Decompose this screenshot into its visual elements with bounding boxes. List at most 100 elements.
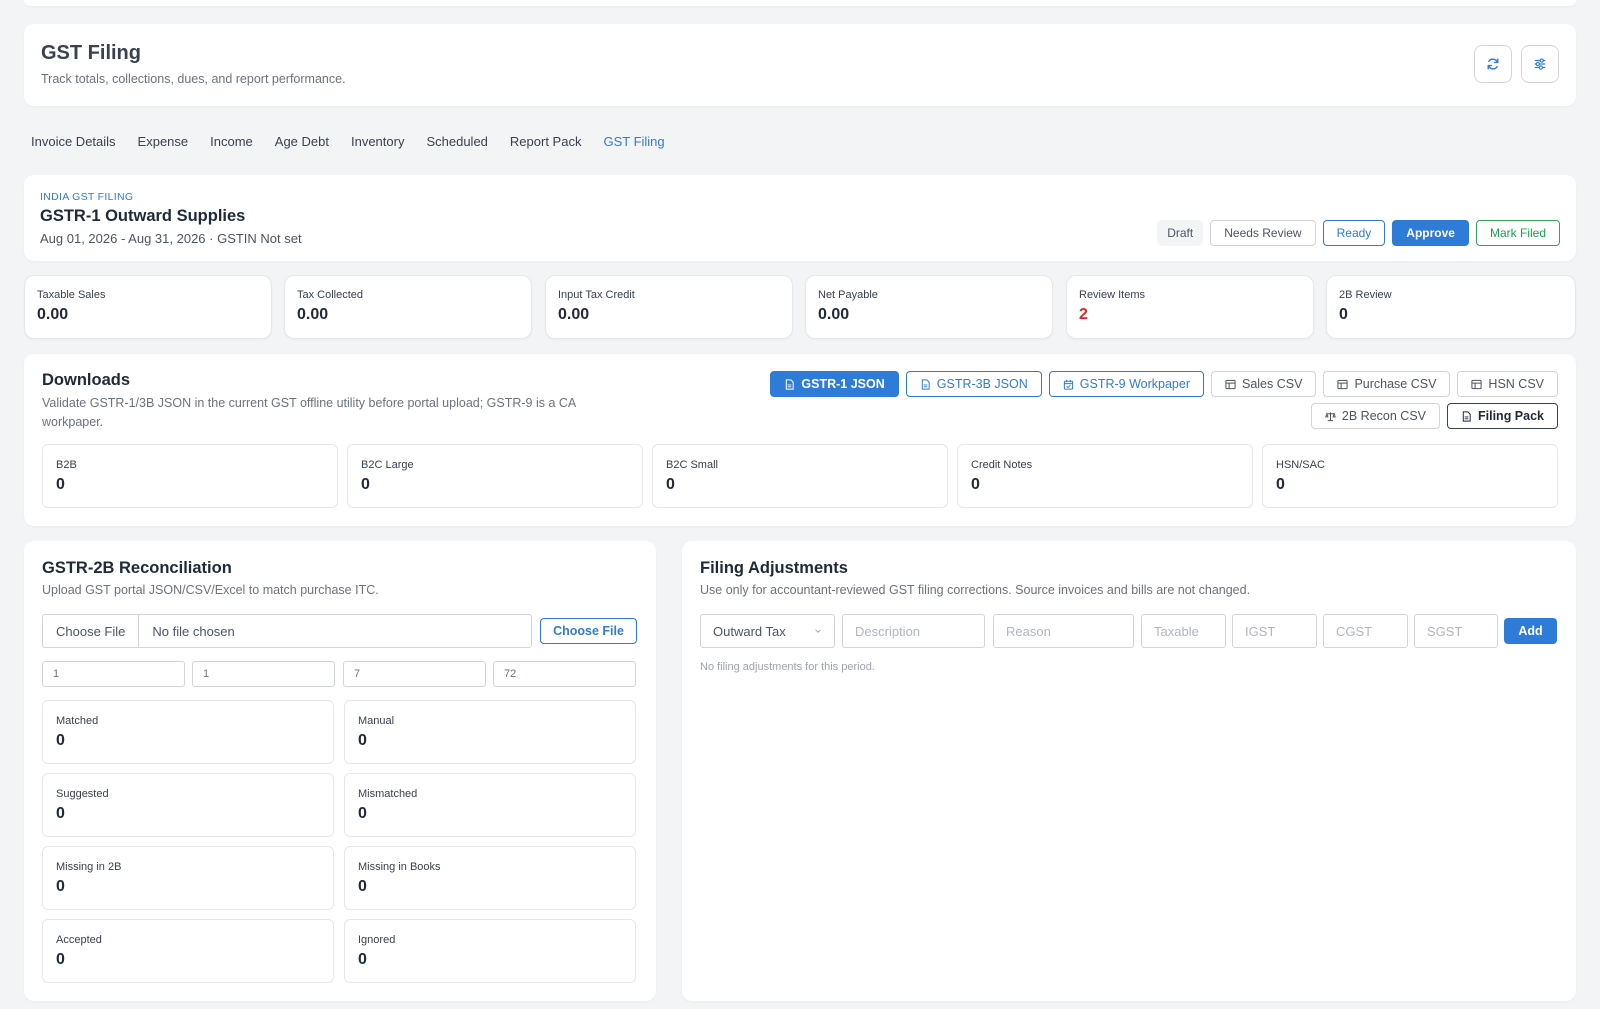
summary-value: 0 — [971, 476, 980, 493]
tab-inventory[interactable]: Inventory — [351, 134, 404, 149]
button-label: Filing Pack — [1478, 409, 1544, 423]
ready-button[interactable]: Ready — [1322, 220, 1386, 246]
igst-input[interactable]: IGST — [1232, 614, 1317, 648]
mark-filed-button[interactable]: Mark Filed — [1475, 220, 1560, 246]
stat-label: Review Items — [1079, 289, 1146, 301]
purchase-csv-button[interactable]: Purchase CSV — [1323, 371, 1451, 397]
file-icon — [786, 378, 795, 390]
stat-label: 2B Review — [1339, 289, 1392, 301]
table-icon — [1337, 379, 1349, 389]
recon-label: Mismatched — [358, 788, 418, 800]
hsn-csv-button[interactable]: HSN CSV — [1457, 371, 1558, 397]
top-strip — [24, 0, 1576, 6]
gstr1-title: GSTR-1 Outward Supplies — [40, 207, 246, 225]
stat-value: 0.00 — [558, 306, 590, 323]
tab-income[interactable]: Income — [210, 134, 253, 149]
stat-label: Tax Collected — [297, 289, 364, 301]
button-label: Purchase CSV — [1354, 377, 1437, 391]
sales-csv-button[interactable]: Sales CSV — [1210, 371, 1317, 397]
button-label: GSTR-9 Workpaper — [1079, 377, 1190, 391]
stat-value: 0.00 — [37, 306, 69, 323]
recon-value: 0 — [56, 878, 65, 895]
refresh-button[interactable] — [1474, 45, 1512, 83]
adjustment-type-select[interactable]: Outward Tax — [700, 614, 835, 648]
scale-icon — [1325, 411, 1336, 421]
select-value: Outward Tax — [713, 623, 786, 639]
file-status: No file chosen — [152, 623, 235, 639]
recon-missing-in-books: Missing in Books 0 — [344, 846, 636, 910]
status-draft-badge: Draft — [1157, 220, 1204, 246]
needs-review-button[interactable]: Needs Review — [1210, 220, 1316, 246]
tab-invoice-details[interactable]: Invoice Details — [31, 134, 116, 149]
recon-value: 0 — [358, 951, 367, 968]
refresh-icon — [1487, 58, 1499, 70]
recon-value: 0 — [56, 805, 65, 822]
gstr3b-json-button[interactable]: GSTR-3B JSON — [905, 371, 1042, 397]
button-label: GSTR-3B JSON — [936, 377, 1028, 391]
downloads-card: Downloads Validate GSTR-1/3B JSON in the… — [24, 354, 1576, 526]
button-label: HSN CSV — [1488, 377, 1544, 391]
recon-input-1[interactable]: 1 — [42, 661, 185, 687]
recon-value: 0 — [358, 878, 367, 895]
gstr9-workpaper-button[interactable]: GSTR-9 Workpaper — [1048, 371, 1204, 397]
taxable-input[interactable]: Taxable — [1141, 614, 1226, 648]
filing-pack-button[interactable]: Filing Pack — [1447, 403, 1558, 429]
sgst-input[interactable]: SGST — [1414, 614, 1498, 648]
page-title: GST Filing — [41, 42, 141, 64]
status-actions: Draft Needs Review Ready Approve Mark Fi… — [1157, 220, 1560, 246]
summary-hsn-sac: HSN/SAC 0 — [1262, 444, 1558, 508]
native-choose-file[interactable]: Choose File — [43, 615, 140, 647]
recon-label: Missing in 2B — [56, 861, 122, 873]
gstr1-period: Aug 01, 2026 - Aug 31, 2026 · GSTIN Not … — [40, 231, 302, 246]
recon-matched: Matched 0 — [42, 700, 334, 764]
summary-b2b: B2B 0 — [42, 444, 338, 508]
page-subtitle: Track totals, collections, dues, and rep… — [41, 72, 346, 86]
choose-file-button[interactable]: Choose File — [540, 618, 637, 644]
tab-scheduled[interactable]: Scheduled — [426, 134, 487, 149]
tab-gst-filing[interactable]: GST Filing — [603, 134, 664, 149]
stat-value: 0.00 — [297, 306, 329, 323]
stat-label: Net Payable — [818, 289, 878, 301]
downloads-description: Validate GSTR-1/3B JSON in the current G… — [42, 396, 576, 429]
downloads-title: Downloads — [42, 371, 131, 389]
recon-description: Upload GST portal JSON/CSV/Excel to matc… — [42, 583, 379, 597]
recon-missing-in-2b: Missing in 2B 0 — [42, 846, 334, 910]
tab-age-debt[interactable]: Age Debt — [275, 134, 329, 149]
document-icon — [1462, 410, 1471, 422]
recon-label: Manual — [358, 715, 395, 727]
reason-input[interactable]: Reason — [993, 614, 1134, 648]
recon-label: Matched — [56, 715, 99, 727]
summary-label: B2C Large — [361, 459, 414, 471]
stat-taxable-sales: Taxable Sales 0.00 — [24, 275, 272, 339]
stat-label: Taxable Sales — [37, 289, 106, 301]
summary-value: 0 — [666, 476, 675, 493]
recon-input-4[interactable]: 72 — [493, 661, 636, 687]
add-adjustment-button[interactable]: Add — [1504, 618, 1557, 644]
adjustments-title: Filing Adjustments — [700, 559, 848, 577]
approve-button[interactable]: Approve — [1392, 220, 1469, 246]
gstr1-card: INDIA GST FILING GSTR-1 Outward Supplies… — [24, 175, 1576, 261]
recon-label: Missing in Books — [358, 861, 441, 873]
recon-title: GSTR-2B Reconciliation — [42, 559, 232, 577]
summary-label: B2B — [56, 459, 77, 471]
summary-value: 0 — [56, 476, 65, 493]
gstr1-json-button[interactable]: GSTR-1 JSON — [770, 371, 899, 397]
tab-expense[interactable]: Expense — [138, 134, 189, 149]
2b-recon-csv-button[interactable]: 2B Recon CSV — [1310, 403, 1440, 429]
settings-button[interactable] — [1521, 45, 1559, 83]
button-label: 2B Recon CSV — [1341, 409, 1426, 423]
recon-input-2[interactable]: 1 — [192, 661, 335, 687]
cgst-input[interactable]: CGST — [1323, 614, 1408, 648]
description-input[interactable]: Description — [842, 614, 985, 648]
recon-label: Ignored — [358, 934, 396, 946]
recon-manual: Manual 0 — [344, 700, 636, 764]
gstr2b-reconciliation-card: GSTR-2B Reconciliation Upload GST portal… — [24, 541, 656, 1001]
stat-value: 0.00 — [818, 306, 850, 323]
stat-value: 2 — [1079, 306, 1088, 323]
file-input[interactable]: Choose File No file chosen — [42, 614, 532, 648]
stat-label: Input Tax Credit — [558, 289, 635, 301]
tab-report-pack[interactable]: Report Pack — [510, 134, 582, 149]
recon-ignored: Ignored 0 — [344, 919, 636, 983]
file-icon — [921, 378, 930, 390]
recon-input-3[interactable]: 7 — [343, 661, 486, 687]
